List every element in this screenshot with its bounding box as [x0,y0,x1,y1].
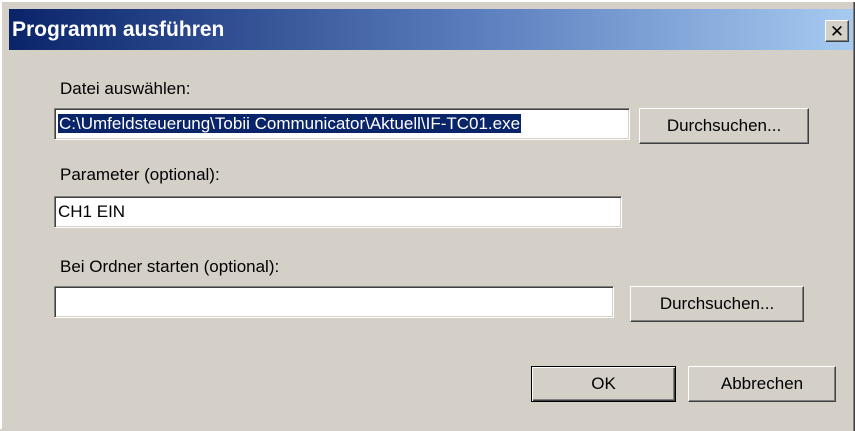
cancel-button[interactable]: Abbrechen [688,366,836,402]
title-bar[interactable]: Programm ausführen ✕ [9,9,853,50]
file-browse-button[interactable]: Durchsuchen... [639,108,809,144]
parameters-label: Parameter (optional): [60,165,220,184]
window-title: Programm ausführen [12,18,225,41]
close-button[interactable]: ✕ [825,20,849,42]
file-path-value: C:\Umfeldsteuerung\Tobii Communicator\Ak… [58,114,522,133]
run-program-dialog: Programm ausführen ✕ Datei auswählen: C:… [0,0,855,431]
ok-button[interactable]: OK [531,366,676,402]
file-path-input[interactable]: C:\Umfeldsteuerung\Tobii Communicator\Ak… [54,108,630,140]
close-icon: ✕ [829,21,845,41]
file-label: Datei auswählen: [60,79,191,98]
start-folder-input[interactable] [54,286,614,318]
start-folder-label: Bei Ordner starten (optional): [60,257,280,276]
start-folder-browse-button[interactable]: Durchsuchen... [630,286,804,322]
parameters-input[interactable]: CH1 EIN [54,196,622,228]
